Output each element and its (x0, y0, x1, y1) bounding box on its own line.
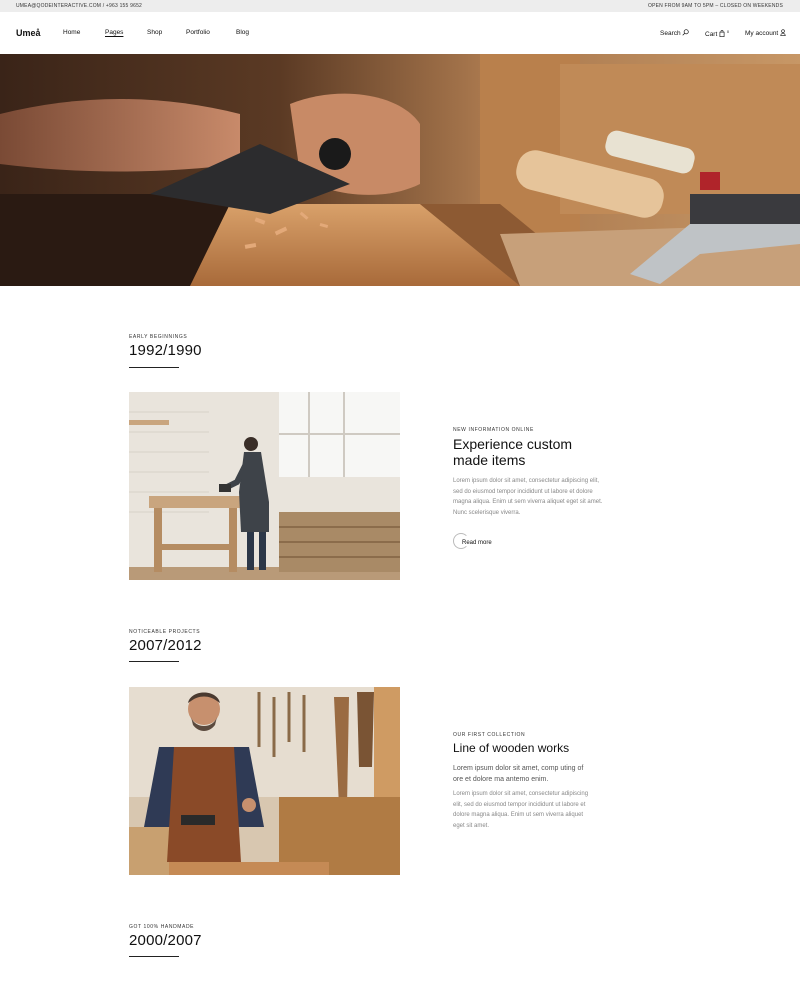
section-divider (129, 661, 179, 662)
card-eyebrow: OUR FIRST COLLECTION (453, 732, 526, 738)
search-icon (682, 29, 690, 36)
card-title: Experience custom made items (453, 436, 573, 468)
nav-item-shop[interactable]: Shop (147, 29, 162, 36)
contact-info[interactable]: UMEA@QODEINTERACTIVE.COM / +963 155 9652 (16, 3, 142, 9)
card-body: Lorem ipsum dolor sit amet, consectetur … (453, 478, 603, 516)
cart-button[interactable]: Cart 0 (705, 29, 729, 38)
my-account-button[interactable]: My account (745, 29, 786, 37)
main-navigation: Umeå Home Pages Shop Portfolio Blog Sear… (0, 12, 800, 54)
card-eyebrow: NEW INFORMATION ONLINE (453, 427, 534, 433)
search-label: Search (660, 30, 681, 37)
card-body: Lorem ipsum dolor sit amet, consectetur … (453, 791, 589, 829)
cart-count: 0 (726, 29, 730, 34)
craftsman-photo (129, 687, 400, 875)
search-button[interactable]: Search (660, 29, 690, 37)
section-eyebrow: EARLY BEGINNINGS (129, 334, 188, 340)
workshop-photo (129, 392, 400, 580)
section-divider (129, 367, 179, 368)
section-years: 2007/2012 (129, 637, 202, 654)
opening-hours: OPEN FROM 9AM TO 5PM – CLOSED ON WEEKEND… (648, 3, 783, 9)
hero-image (0, 54, 800, 286)
card-lead: Lorem ipsum dolor sit amet, comp uting o… (453, 765, 584, 783)
nav-item-pages[interactable]: Pages (105, 29, 123, 36)
card-title: Line of wooden works (453, 741, 570, 755)
user-icon (780, 29, 786, 36)
account-label: My account (745, 30, 779, 37)
nav-item-blog[interactable]: Blog (236, 29, 249, 36)
section-eyebrow: GOT 100% HANDMADE (129, 924, 195, 930)
nav-item-portfolio[interactable]: Portfolio (186, 29, 210, 36)
section-divider (129, 956, 179, 957)
section-years: 2000/2007 (129, 932, 202, 949)
nav-item-home[interactable]: Home (63, 29, 80, 36)
section-eyebrow: NOTICEABLE PROJECTS (129, 629, 201, 635)
cart-icon (719, 30, 725, 37)
section-years: 1992/1990 (129, 342, 202, 359)
read-more-label: Read more (462, 540, 492, 546)
site-logo[interactable]: Umeå (16, 28, 41, 38)
cart-label: Cart (705, 31, 718, 38)
top-bar: UMEA@QODEINTERACTIVE.COM / +963 155 9652… (0, 0, 800, 12)
